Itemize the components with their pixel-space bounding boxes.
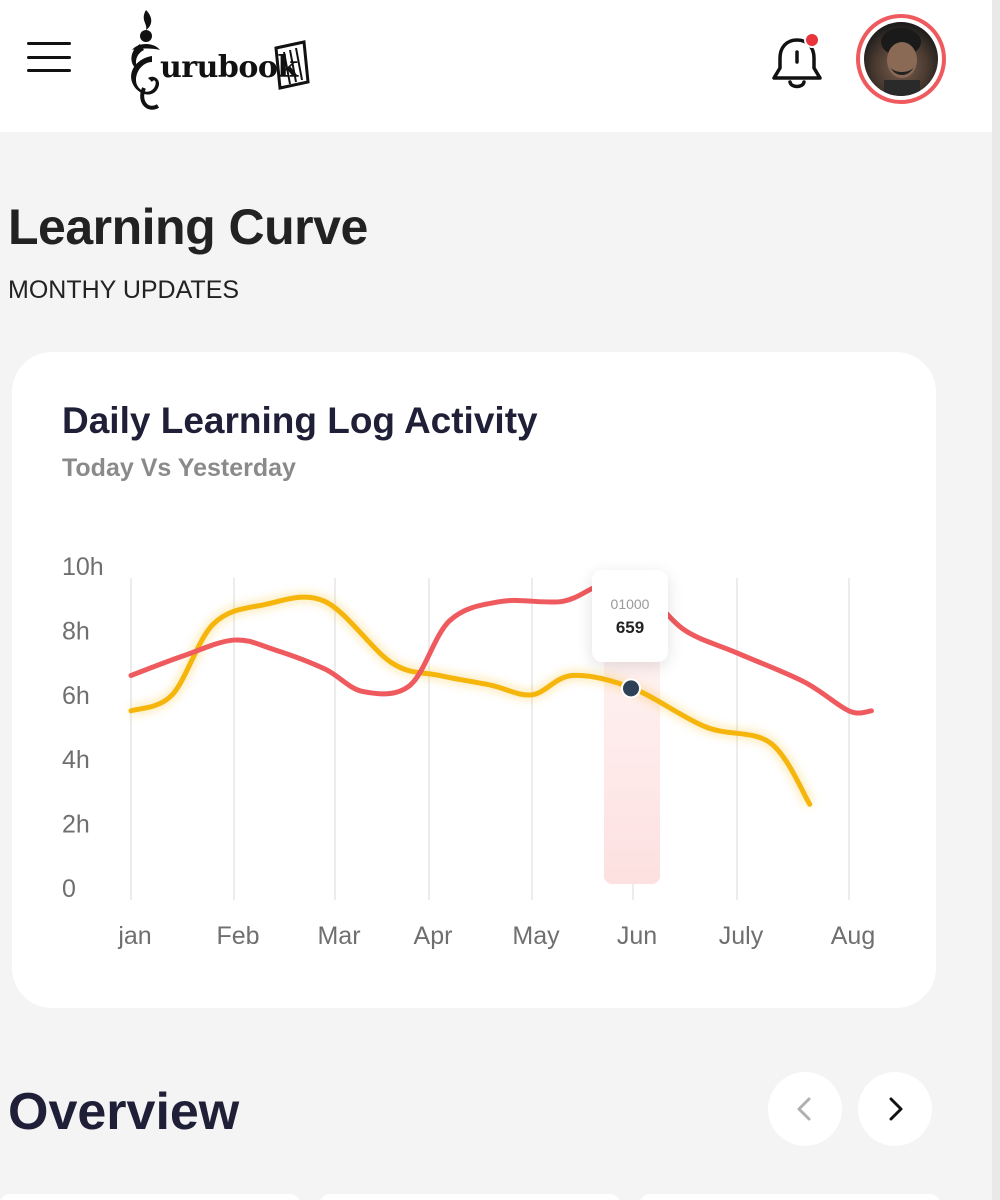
chevron-right-icon xyxy=(889,1097,903,1121)
overview-card[interactable] xyxy=(0,1194,300,1200)
previous-button[interactable] xyxy=(768,1072,842,1146)
series-glow xyxy=(129,593,814,807)
menu-line xyxy=(27,69,71,72)
chevron-left-icon xyxy=(797,1097,811,1121)
series-line-2 xyxy=(128,582,874,716)
x-tick-label: jan xyxy=(117,922,151,950)
next-button[interactable] xyxy=(858,1072,932,1146)
overview-card-row xyxy=(0,1190,992,1200)
data-point-marker xyxy=(621,678,641,699)
x-tick-label: Feb xyxy=(216,922,259,950)
app-header: urubook xyxy=(0,0,992,132)
overview-card[interactable] xyxy=(320,1194,620,1200)
y-tick-label: 2h xyxy=(62,811,90,839)
y-tick-label: 4h xyxy=(62,746,90,774)
logo-text: urubook xyxy=(160,50,298,85)
overview-title: Overview xyxy=(8,1083,240,1141)
x-tick-label: May xyxy=(512,922,560,950)
user-avatar[interactable] xyxy=(856,14,946,104)
x-tick-label: July xyxy=(719,922,764,950)
gurubook-logo[interactable]: urubook xyxy=(118,4,318,114)
x-tick-label: Aug xyxy=(831,922,875,950)
x-tick-label: Jun xyxy=(617,922,657,950)
right-edge-strip xyxy=(992,0,1000,1200)
x-tick-label: Mar xyxy=(317,922,360,950)
menu-line xyxy=(27,42,71,45)
menu-line xyxy=(27,55,71,59)
y-tick-label: 8h xyxy=(62,617,90,645)
page-subtitle: MONTHY UPDATES xyxy=(8,276,240,304)
tooltip-value: 659 xyxy=(615,618,645,637)
tooltip-label: 01000 xyxy=(610,596,650,612)
y-tick-label: 6h xyxy=(62,682,90,710)
y-tick-label: 0 xyxy=(62,875,76,903)
y-tick-label: 10h xyxy=(62,553,104,581)
overview-card[interactable] xyxy=(640,1194,940,1200)
hamburger-menu-button[interactable] xyxy=(24,36,74,78)
learning-activity-card: Daily Learning Log Activity Today Vs Yes… xyxy=(12,352,936,1008)
avatar-photo xyxy=(864,22,938,96)
learning-line-chart[interactable]: 10h 8h 6h 4h 2h 0 jan Feb Mar Apr May Jun July Aug xyxy=(12,352,936,1008)
series-line-1 xyxy=(128,594,813,807)
page-title: Learning Curve xyxy=(8,199,368,255)
x-tick-label: Apr xyxy=(414,922,453,950)
chart-tooltip: 01000 659 xyxy=(592,570,668,662)
notification-badge xyxy=(804,32,820,48)
